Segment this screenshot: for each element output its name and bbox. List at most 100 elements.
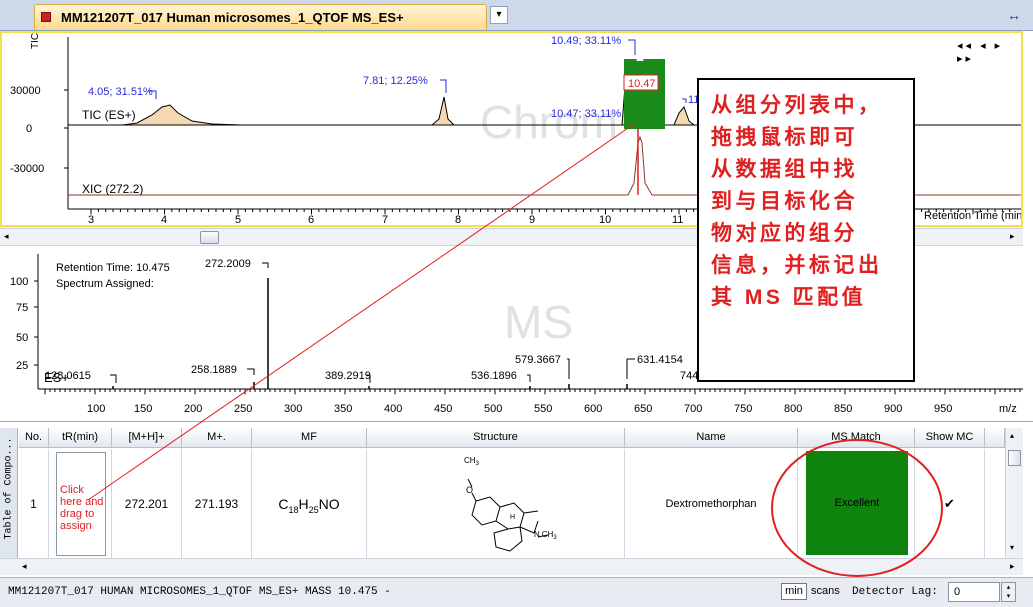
ms-peak-label: 536.1896 <box>471 370 517 382</box>
annotation-line: 拖拽鼠标即可 <box>711 126 858 149</box>
ms-peak-label: 744 <box>680 370 698 382</box>
drop-target[interactable]: Click here and drag to assign <box>56 452 106 556</box>
scroll-up-icon[interactable]: ▴ <box>1010 431 1014 440</box>
peak-labels: 4.05; 31.51% 7.81; 12.25% 10.49; 33.11% … <box>88 35 699 120</box>
mf-h-count: 25 <box>308 504 319 515</box>
mf-h: H <box>298 496 309 512</box>
selected-peak-highlight[interactable] <box>624 59 665 129</box>
annotation-line: 从数据组中找 <box>711 158 858 181</box>
column-header-mh[interactable]: [M+H]+ <box>112 428 182 448</box>
ms-peak-label: 272.2009 <box>205 258 251 270</box>
methyl-label: CH3 <box>464 456 480 467</box>
document-icon <box>41 12 51 22</box>
detector-lag-spinner[interactable]: ▴ ▾ <box>1001 582 1016 602</box>
ms-peak-label: 389.2919 <box>325 370 371 382</box>
column-header-structure[interactable]: Structure <box>367 428 625 448</box>
column-header-m[interactable]: M+. <box>182 428 252 448</box>
x-tick-label: 11 <box>672 214 683 225</box>
peak-label: 10.47; 33.11% <box>551 108 621 120</box>
column-header-ms-match[interactable]: MS Match <box>798 428 915 448</box>
ms-x-tick-label: 550 <box>534 403 552 415</box>
cell-tr[interactable]: Click here and drag to assign <box>49 449 112 559</box>
structure-bonds <box>467 478 549 552</box>
ms-x-tick-label: 250 <box>234 403 252 415</box>
ms-x-tick-label: 500 <box>484 403 502 415</box>
x-tick-labels: 3 4 5 6 7 8 9 10 11 <box>88 214 683 225</box>
hydrogen-label: H <box>510 514 515 521</box>
column-header-filler <box>985 428 1005 448</box>
maximize-icon[interactable]: ↔ <box>1004 6 1024 24</box>
scroll-left-icon[interactable]: ◂ <box>22 561 27 572</box>
peak-label: 10.49; 33.11% <box>551 35 621 47</box>
x-tick-label: 6 <box>308 214 314 225</box>
scroll-right-icon[interactable]: ▸ <box>1010 231 1015 242</box>
cell-name[interactable]: Dextromethorphan <box>625 449 798 559</box>
ms-y-tick-label: 25 <box>16 360 28 372</box>
ms-x-tick-label: 750 <box>734 403 752 415</box>
ms-y-tick-label: 100 <box>10 276 28 288</box>
ms-x-tick-label: 650 <box>634 403 652 415</box>
table-vertical-scrollbar[interactable]: ▴ ▾ <box>1005 428 1023 558</box>
y-tick-label: 0 <box>26 123 32 135</box>
column-header-mf[interactable]: MF <box>252 428 367 448</box>
scroll-down-icon[interactable]: ▾ <box>1010 543 1014 552</box>
scroll-left-icon[interactable]: ◂ <box>4 231 9 242</box>
cell-show-mc[interactable]: ✔ <box>915 449 985 559</box>
compound-table[interactable]: Table of Compo... No. tR(min) [M+H]+ M+.… <box>0 421 1033 576</box>
ms-peak-label: 579.3667 <box>515 354 561 366</box>
ms-x-tick-label: 450 <box>434 403 452 415</box>
ms-x-tick-label: 950 <box>934 403 952 415</box>
mf-c: C <box>278 496 289 512</box>
column-header-show-mc[interactable]: Show MC <box>915 428 985 448</box>
cell-ms-match[interactable]: Excellent <box>798 449 915 559</box>
annotation-line: 信息，并标记出 <box>711 254 883 277</box>
ms-x-tick-label: 300 <box>284 403 302 415</box>
x-tick-label: 8 <box>455 214 461 225</box>
annotation-line: 到与目标化合 <box>711 190 858 213</box>
tab-dropdown-button[interactable]: ▾ <box>490 6 508 24</box>
cell-mh[interactable]: 272.201 <box>112 449 182 559</box>
peak-arrow-icon <box>636 55 644 61</box>
ms-x-tick-label: 350 <box>334 403 352 415</box>
cell-m[interactable]: 271.193 <box>182 449 252 559</box>
cell-mf[interactable]: C18H25NO <box>252 449 367 559</box>
table-horizontal-scrollbar[interactable]: ◂ ▸ <box>0 558 1023 575</box>
x-tick-label: 4 <box>161 214 167 225</box>
ms-y-tick-label: 50 <box>16 332 28 344</box>
ms-x-tick-label: 100 <box>87 403 105 415</box>
ms-peak-labels: 272.2009 258.1889 389.2919 579.3667 536.… <box>45 258 698 382</box>
ms-label-leader <box>247 368 255 375</box>
y-tick-labels: 30000 0 -30000 <box>10 85 44 175</box>
nitrogen-label: N CH3 <box>534 530 557 541</box>
y-ticks <box>64 89 68 169</box>
scans-label[interactable]: scans <box>811 585 840 597</box>
show-mc-checkbox[interactable]: ✔ <box>944 496 955 511</box>
chromatogram-watermark: Chrom <box>480 96 618 148</box>
aromatic-ring <box>471 496 501 526</box>
cell-structure[interactable]: CH3 O H N CH3 <box>367 449 625 559</box>
column-header-tr[interactable]: tR(min) <box>49 428 112 448</box>
document-tab[interactable]: MM121207T_017 Human microsomes_1_QTOF MS… <box>34 4 487 30</box>
ms-y-ticks <box>34 280 38 366</box>
min-toggle-button[interactable]: min <box>781 583 807 600</box>
chromatogram-nav-buttons[interactable]: ◂◂ ◂ ▸ ▸▸ <box>957 39 1021 65</box>
scrollbar-thumb[interactable] <box>1008 450 1021 466</box>
selected-peak-marker-label: 10.47 <box>628 78 656 90</box>
scroll-right-icon[interactable]: ▸ <box>1010 561 1015 572</box>
document-title: MM121207T_017 Human microsomes_1_QTOF MS… <box>61 10 404 25</box>
detector-lag-input[interactable]: 0 <box>948 582 1000 602</box>
column-header-no[interactable]: No. <box>19 428 49 448</box>
drag-hint: Click here and drag to assign <box>60 484 104 532</box>
annotation-text: 从组分列表中， 拖拽鼠标即可 从数据组中找 到与目标化合 物对应的组分 信息，并… <box>711 90 905 314</box>
peak-label-leader <box>440 79 447 93</box>
column-header-name[interactable]: Name <box>625 428 798 448</box>
cell-no[interactable]: 1 <box>19 449 49 559</box>
tic-trace-label: TIC (ES+) <box>82 108 136 122</box>
ms-y-tick-labels: 100 75 50 25 <box>10 276 28 372</box>
xic-trace-label: XIC (272.2) <box>82 182 143 196</box>
scrollbar-thumb[interactable] <box>200 231 219 244</box>
detector-lag-label: Detector Lag: <box>852 586 938 598</box>
ms-match-badge: Excellent <box>806 451 908 555</box>
table-side-label[interactable]: Table of Compo... <box>0 428 18 558</box>
ring <box>493 526 523 552</box>
